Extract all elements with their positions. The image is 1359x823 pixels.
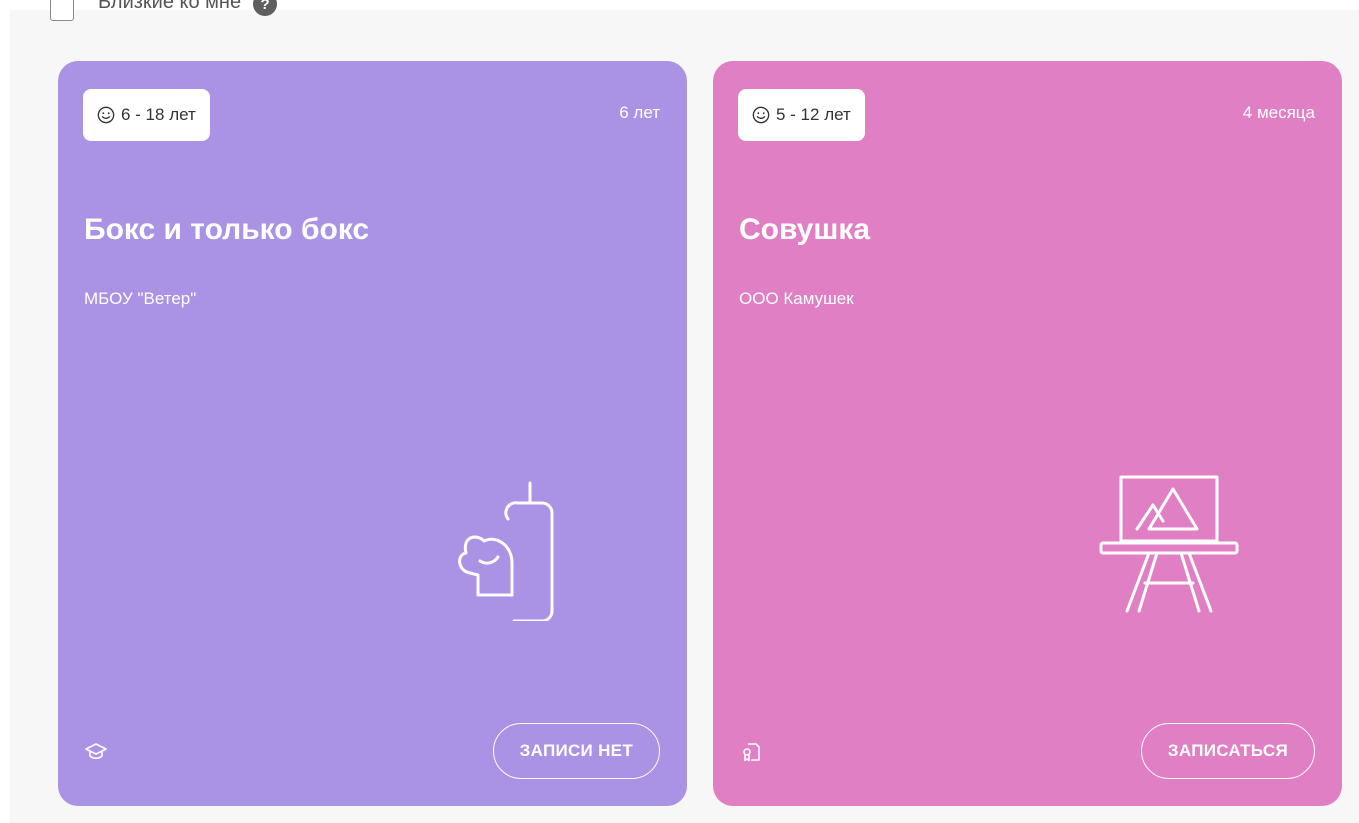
no-enrollment-button[interactable]: ЗАПИСИ НЕТ [492,723,660,779]
program-card[interactable]: 6 - 18 лет 6 лет Бокс и только бокс МБОУ… [58,61,687,806]
age-badge: 5 - 12 лет [738,89,865,141]
boxing-glove-punching-bag-icon [458,481,554,621]
program-duration: 6 лет [619,103,660,122]
program-title[interactable]: Бокс и только бокс [84,213,369,247]
nearby-filter[interactable]: Близкие ко мне ? [50,0,278,24]
enroll-button[interactable]: ЗАПИСАТЬСЯ [1140,723,1315,779]
nearby-filter-label: Близкие ко мне [98,0,242,13]
certificate-document-icon[interactable] [739,740,763,764]
nearby-checkbox[interactable] [50,0,74,21]
program-duration: 4 месяца [1242,103,1315,122]
age-range: 5 - 12 лет [776,105,851,124]
age-range: 6 - 18 лет [121,105,196,124]
question-icon[interactable]: ? [253,0,278,16]
organization-name: МБОУ "Ветер" [84,289,197,308]
organization-name: ООО Камушек [739,289,854,308]
age-badge: 6 - 18 лет [83,89,210,141]
smile-icon [752,106,770,124]
program-title[interactable]: Совушка [739,213,870,247]
graduation-cap-icon[interactable] [84,740,108,764]
smile-icon [97,106,115,124]
program-card[interactable]: 5 - 12 лет 4 месяца Совушка ООО Камушек … [713,61,1342,806]
easel-picture-icon [1099,475,1239,613]
